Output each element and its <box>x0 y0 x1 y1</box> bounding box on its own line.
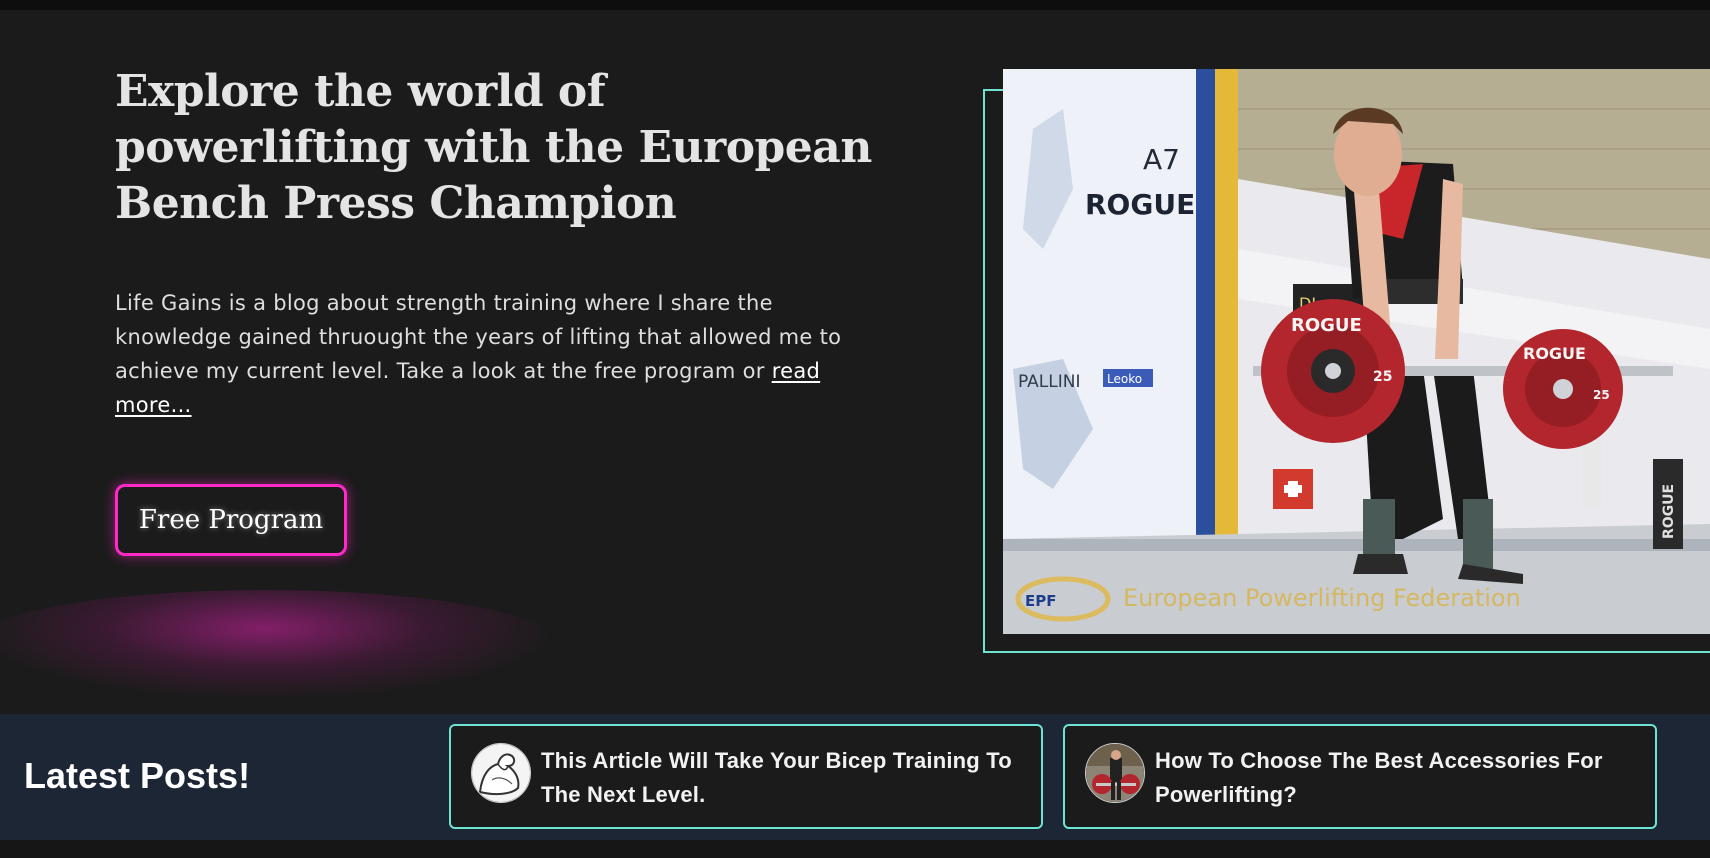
banner-brand-4: Leoko <box>1107 372 1142 386</box>
top-strip <box>0 0 1710 10</box>
plate-brand-right: ROGUE <box>1523 344 1586 363</box>
free-program-button[interactable]: Free Program <box>115 484 347 556</box>
powerlifter-thumbnail-icon <box>1085 743 1145 803</box>
hero-title: Explore the world of powerlifting with t… <box>115 66 872 229</box>
pink-glow-decoration <box>0 590 560 700</box>
flexed-bicep-illustration <box>472 744 530 802</box>
stand-brand: ROGUE <box>1661 484 1677 539</box>
page: Explore the world of powerlifting with t… <box>0 0 1710 858</box>
banner-brand-1: A7 <box>1143 143 1180 176</box>
bottom-strip <box>0 840 1710 858</box>
floor-text: European Powerlifting Federation <box>1123 584 1521 612</box>
banner-brand-3: PALLINI <box>1018 372 1080 392</box>
floor-logo: EPF <box>1025 592 1057 610</box>
post-card[interactable]: This Article Will Take Your Bicep Traini… <box>449 724 1043 829</box>
powerlifter-thumbnail-illustration <box>1086 744 1144 802</box>
plate-weight-left: 25 <box>1373 369 1392 385</box>
post-card[interactable]: How To Choose The Best Accessories For P… <box>1063 724 1657 829</box>
plate-weight-right: 25 <box>1593 388 1610 402</box>
post-title: This Article Will Take Your Bicep Traini… <box>541 748 1012 807</box>
banner-brand-2: ROGUE <box>1085 188 1195 221</box>
plate-brand-left: ROGUE <box>1291 315 1362 336</box>
hero-intro: Life Gains is a blog about strength trai… <box>115 286 875 422</box>
powerlifter-deadlift-photo: DL EPF European Powerlifting Federation … <box>1003 69 1710 634</box>
post-title: How To Choose The Best Accessories For P… <box>1155 748 1603 807</box>
latest-posts-heading: Latest Posts! <box>24 755 251 796</box>
hero-intro-text: Life Gains is a blog about strength trai… <box>115 291 842 383</box>
flexed-bicep-icon <box>471 743 531 803</box>
powerlifter-deadlift-illustration: DL EPF European Powerlifting Federation … <box>1003 69 1710 634</box>
